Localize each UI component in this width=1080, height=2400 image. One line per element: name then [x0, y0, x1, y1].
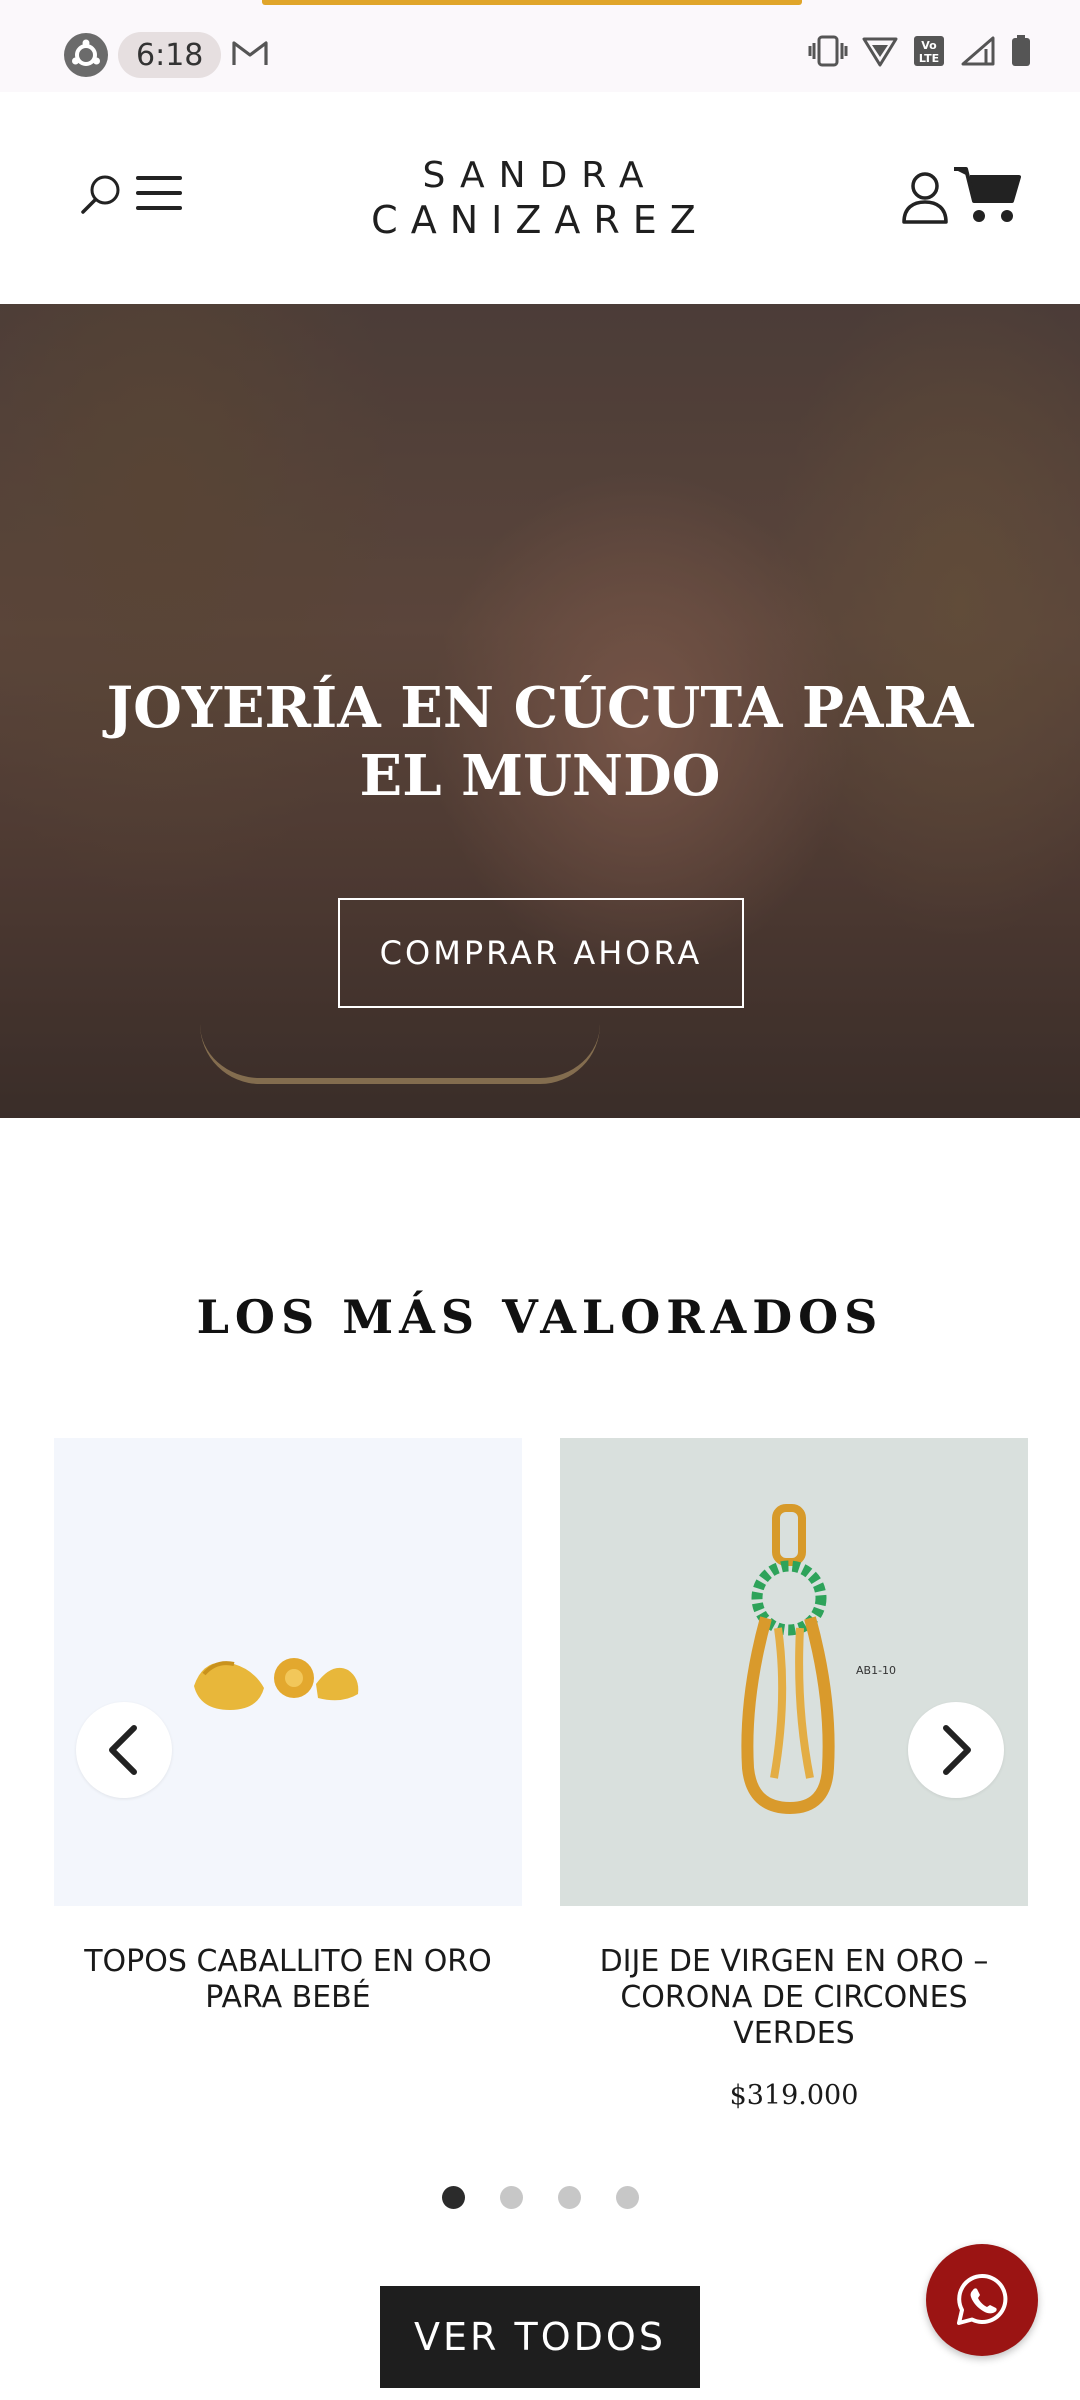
pagination-dot-4[interactable]	[615, 2186, 639, 2209]
logo-line-1: SANDRA	[422, 155, 658, 196]
hero-banner: JOYERÍA EN CÚCUTA PARA EL MUNDO COMPRAR …	[0, 304, 1080, 1118]
carousel-pagination	[0, 2186, 1080, 2209]
site-header: SANDRA CANIZAREZ	[0, 92, 1080, 304]
carousel-next-button[interactable]	[908, 1702, 1004, 1798]
product-image[interactable]	[54, 1438, 522, 1906]
shop-now-button[interactable]: COMPRAR AHORA	[338, 898, 744, 1008]
pagination-dot-1[interactable]	[441, 2186, 465, 2209]
logo-line-2: CANIZAREZ	[371, 198, 709, 242]
view-all-button[interactable]: VER TODOS	[380, 2286, 700, 2388]
volte-icon: Vo LTE	[912, 34, 946, 73]
product-price: $319.000	[729, 2080, 859, 2111]
gmail-icon	[231, 38, 269, 73]
pagination-dot-3[interactable]	[557, 2186, 581, 2209]
chevron-right-icon	[943, 1725, 971, 1775]
earring-left-shape	[194, 1661, 264, 1710]
site-logo[interactable]: SANDRA CANIZAREZ	[340, 154, 740, 242]
pagination-dot-2[interactable]	[499, 2186, 523, 2209]
user-icon[interactable]	[900, 170, 950, 231]
signal-icon	[960, 35, 996, 72]
carousel-prev-button[interactable]	[76, 1702, 172, 1798]
product-image[interactable]: AB1-10	[560, 1438, 1028, 1906]
product-name[interactable]: DIJE DE VIRGEN EN ORO – CORONA DE CIRCON…	[560, 1944, 1028, 2052]
wifi-icon	[862, 35, 898, 72]
chevron-left-icon	[109, 1725, 137, 1775]
ubuntu-icon	[64, 33, 108, 77]
product-tag-label: AB1-10	[856, 1664, 896, 1677]
whatsapp-button[interactable]	[926, 2244, 1038, 2356]
svg-text:Vo: Vo	[921, 39, 937, 52]
cart-icon[interactable]	[952, 164, 1022, 231]
status-bar: 6:18 Vo LTE	[0, 0, 1080, 92]
hero-necklace-decoration	[200, 1024, 600, 1084]
loading-progress-bar	[262, 0, 802, 5]
earring-right-shape	[274, 1658, 359, 1701]
whatsapp-icon	[957, 2273, 1008, 2325]
svg-text:LTE: LTE	[919, 52, 939, 65]
pendant-shape	[741, 1504, 835, 1814]
featured-section-title: LOS MÁS VALORADOS	[196, 1290, 884, 1344]
search-icon[interactable]	[80, 172, 124, 221]
menu-icon[interactable]	[136, 174, 182, 217]
hero-title: JOYERÍA EN CÚCUTA PARA EL MUNDO	[106, 675, 974, 809]
status-time: 6:18	[118, 32, 222, 78]
product-name[interactable]: TOPOS CABALLITO EN ORO PARA BEBÉ	[54, 1944, 522, 2016]
vibrate-icon	[808, 34, 848, 73]
battery-icon	[1010, 34, 1032, 73]
